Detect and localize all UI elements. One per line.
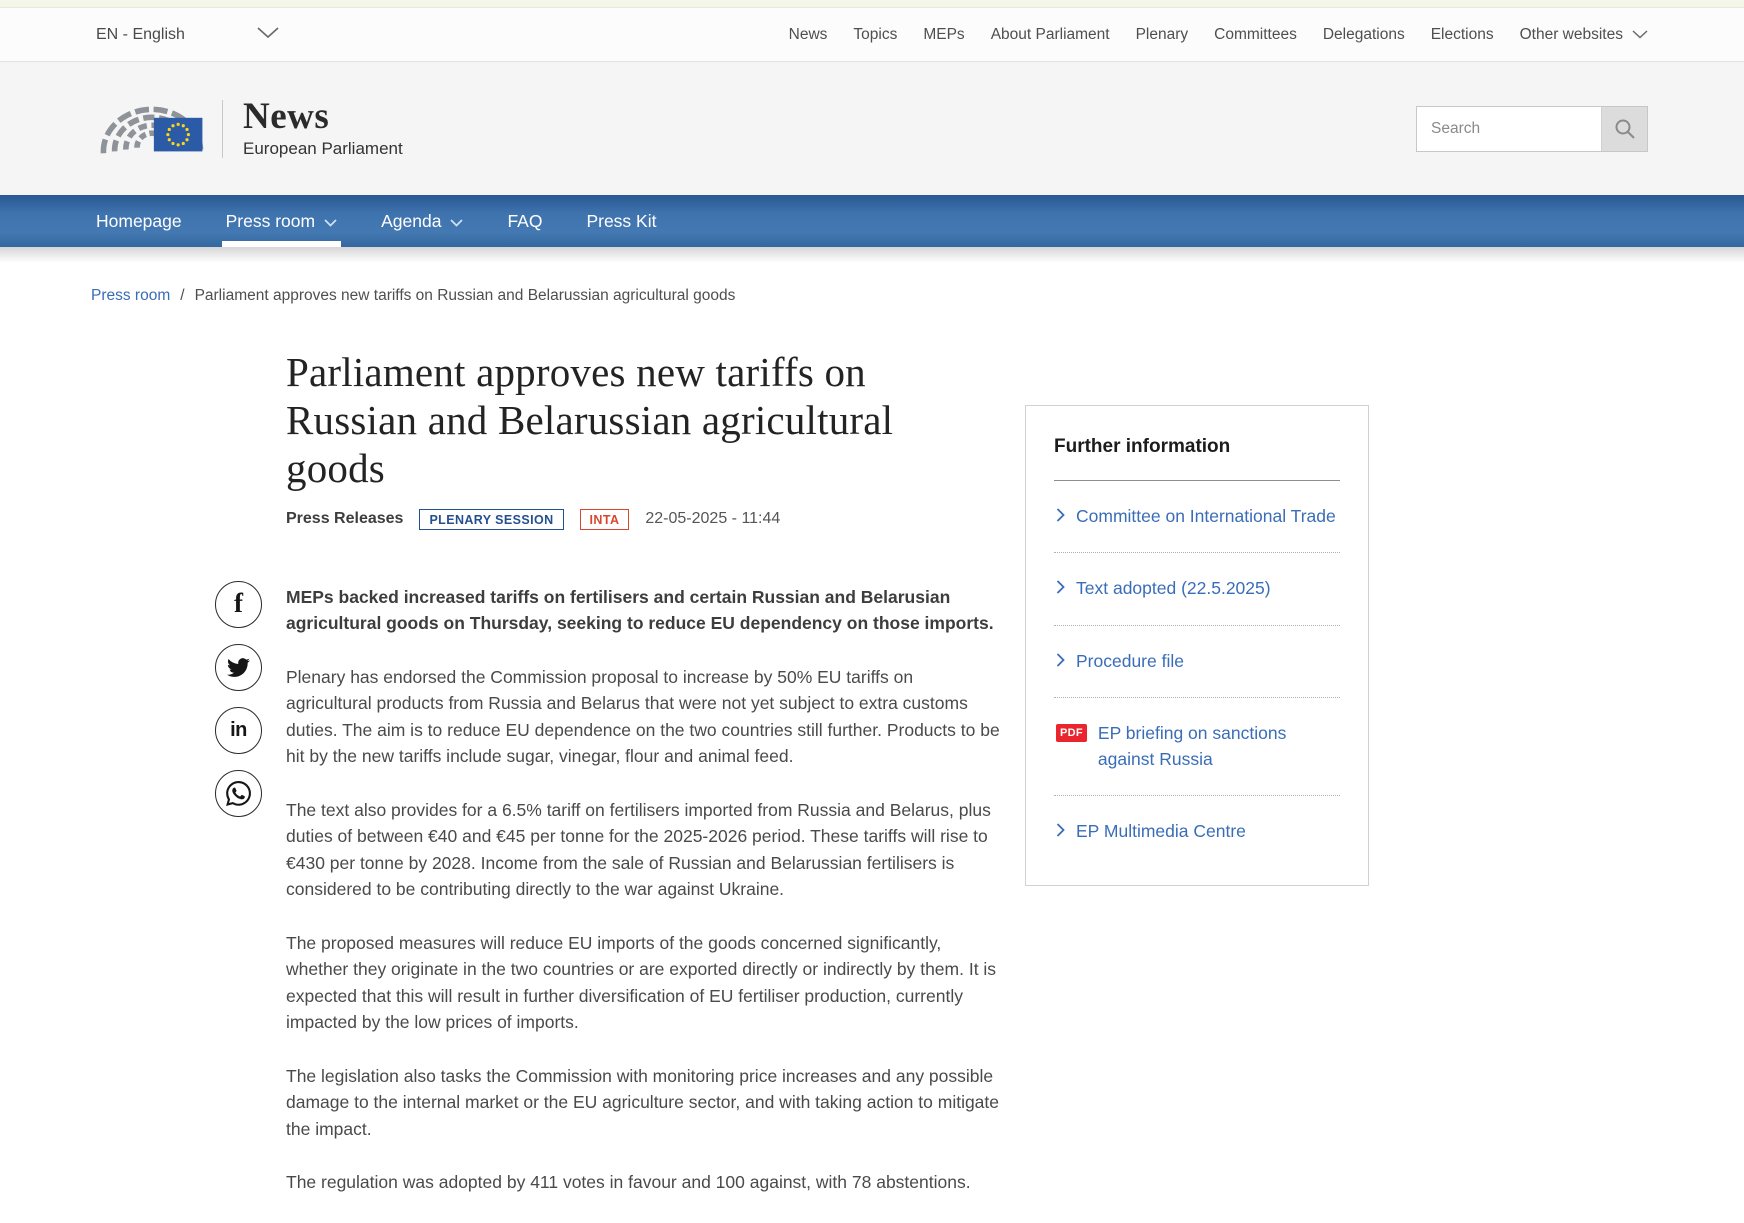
- link-ep-briefing-sanctions[interactable]: EP briefing on sanctions against Russia: [1098, 721, 1338, 772]
- nav-item-press-room[interactable]: Press room: [221, 195, 342, 247]
- chevron-right-icon: [1056, 653, 1065, 672]
- further-information-title: Further information: [1054, 436, 1231, 457]
- link-text-adopted[interactable]: Text adopted (22.5.2025): [1076, 576, 1271, 601]
- chevron-right-icon: [1056, 508, 1065, 527]
- chevron-down-icon: [450, 211, 464, 232]
- link-ep-multimedia-centre[interactable]: EP Multimedia Centre: [1076, 819, 1246, 844]
- search-icon: [1615, 119, 1635, 139]
- nav-item-label: Press room: [225, 210, 316, 231]
- breadcrumb-separator: /: [180, 287, 185, 304]
- european-parliament-logo-icon: [100, 106, 204, 153]
- chevron-down-icon: [1632, 26, 1648, 44]
- article-date: 22-05-2025 - 11:44: [645, 510, 781, 528]
- article-region: f in Parliament approves new tariffs on …: [0, 349, 1744, 1223]
- utility-bar: EN - English News Topics MEPs About Parl…: [0, 8, 1744, 62]
- link-item-text-adopted[interactable]: Text adopted (22.5.2025): [1054, 553, 1340, 626]
- utility-link-meps[interactable]: MEPs: [923, 26, 964, 44]
- share-linkedin-button[interactable]: in: [215, 707, 262, 754]
- chevron-down-icon: [324, 211, 337, 232]
- breadcrumb-current: Parliament approves new tariffs on Russi…: [194, 287, 736, 304]
- whatsapp-icon: [226, 781, 251, 806]
- utility-link-committees[interactable]: Committees: [1214, 26, 1297, 44]
- utility-link-delegations[interactable]: Delegations: [1323, 26, 1405, 44]
- share-rail: f in: [96, 349, 286, 1223]
- chevron-right-icon: [1056, 823, 1065, 842]
- brand[interactable]: News European Parliament: [96, 91, 403, 167]
- nav-shadow: [0, 247, 1744, 263]
- share-facebook-button[interactable]: f: [215, 581, 262, 628]
- breadcrumb: Press room / Parliament approves new tar…: [0, 263, 1744, 305]
- link-procedure-file[interactable]: Procedure file: [1076, 649, 1184, 674]
- search-box: [1416, 105, 1648, 152]
- language-label: EN - English: [96, 25, 185, 43]
- utility-link-elections[interactable]: Elections: [1431, 26, 1494, 44]
- brand-text: News European Parliament: [243, 95, 403, 160]
- nav-item-label: FAQ: [507, 210, 543, 231]
- facebook-icon: f: [234, 588, 243, 618]
- main-nav: Homepage Press room Agenda FAQ Press Kit: [0, 195, 1744, 247]
- search-input[interactable]: [1416, 105, 1601, 152]
- article-meta: Press Releases PLENARY SESSION INTA 22-0…: [286, 508, 1000, 530]
- link-committee-international-trade[interactable]: Committee on International Trade: [1076, 504, 1336, 529]
- utility-link-about-parliament[interactable]: About Parliament: [991, 26, 1110, 44]
- inta-badge[interactable]: INTA: [579, 508, 630, 530]
- further-information-box: Further information Committee on Interna…: [1025, 405, 1369, 887]
- utility-link-news[interactable]: News: [789, 26, 828, 44]
- chevron-right-icon: [1056, 580, 1065, 599]
- article-intro: MEPs backed increased tariffs on fertili…: [286, 586, 994, 634]
- link-item-procedure-file[interactable]: Procedure file: [1054, 626, 1340, 699]
- sidebar-column: Further information Committee on Interna…: [1025, 405, 1369, 1223]
- share-whatsapp-button[interactable]: [215, 770, 262, 817]
- other-websites-label: Other websites: [1519, 25, 1623, 43]
- article-paragraph: The text also provides for a 6.5% tariff…: [286, 799, 991, 900]
- link-item-ep-multimedia[interactable]: EP Multimedia Centre: [1054, 796, 1340, 867]
- brand-divider: [222, 99, 223, 158]
- utility-nav: News Topics MEPs About Parliament Plenar…: [789, 26, 1648, 44]
- breadcrumb-press-room-link[interactable]: Press room: [91, 287, 170, 305]
- site-subtitle: European Parliament: [243, 139, 403, 159]
- share-twitter-button[interactable]: [215, 644, 262, 691]
- plenary-session-badge[interactable]: PLENARY SESSION: [419, 508, 564, 530]
- link-item-committee[interactable]: Committee on International Trade: [1054, 481, 1340, 554]
- article-category: Press Releases: [286, 510, 404, 528]
- twitter-icon: [227, 658, 250, 677]
- page-title: Parliament approves new tariffs on Russi…: [286, 349, 894, 491]
- nav-item-label: Homepage: [96, 210, 182, 231]
- top-accent-strip: [0, 0, 1744, 8]
- nav-item-agenda[interactable]: Agenda: [381, 195, 464, 247]
- link-item-ep-briefing[interactable]: PDF EP briefing on sanctions against Rus…: [1054, 698, 1340, 796]
- site-title: News: [243, 95, 330, 137]
- pdf-icon: PDF: [1056, 724, 1087, 743]
- linkedin-icon: in: [230, 719, 247, 741]
- article-column: Parliament approves new tariffs on Russi…: [286, 349, 1000, 1223]
- article-paragraph: Plenary has endorsed the Commission prop…: [286, 666, 1000, 767]
- article-paragraph: The regulation was adopted by 411 votes …: [286, 1172, 971, 1193]
- language-selector[interactable]: EN - English: [96, 26, 279, 44]
- other-websites-menu[interactable]: Other websites: [1520, 26, 1648, 44]
- utility-link-topics[interactable]: Topics: [853, 26, 897, 44]
- nav-item-press-kit[interactable]: Press Kit: [586, 195, 656, 247]
- chevron-down-icon: [257, 26, 279, 44]
- nav-item-label: Agenda: [381, 210, 442, 231]
- article-body: MEPs backed increased tariffs on fertili…: [286, 584, 1000, 1196]
- article-paragraph: The legislation also tasks the Commissio…: [286, 1065, 1000, 1139]
- nav-item-label: Press Kit: [586, 210, 657, 231]
- site-header: News European Parliament: [0, 62, 1744, 195]
- article-paragraph: The proposed measures will reduce EU imp…: [286, 932, 997, 1033]
- nav-item-faq[interactable]: FAQ: [507, 195, 542, 247]
- nav-item-homepage[interactable]: Homepage: [96, 195, 182, 247]
- search-button[interactable]: [1601, 105, 1648, 152]
- utility-link-plenary[interactable]: Plenary: [1136, 26, 1189, 44]
